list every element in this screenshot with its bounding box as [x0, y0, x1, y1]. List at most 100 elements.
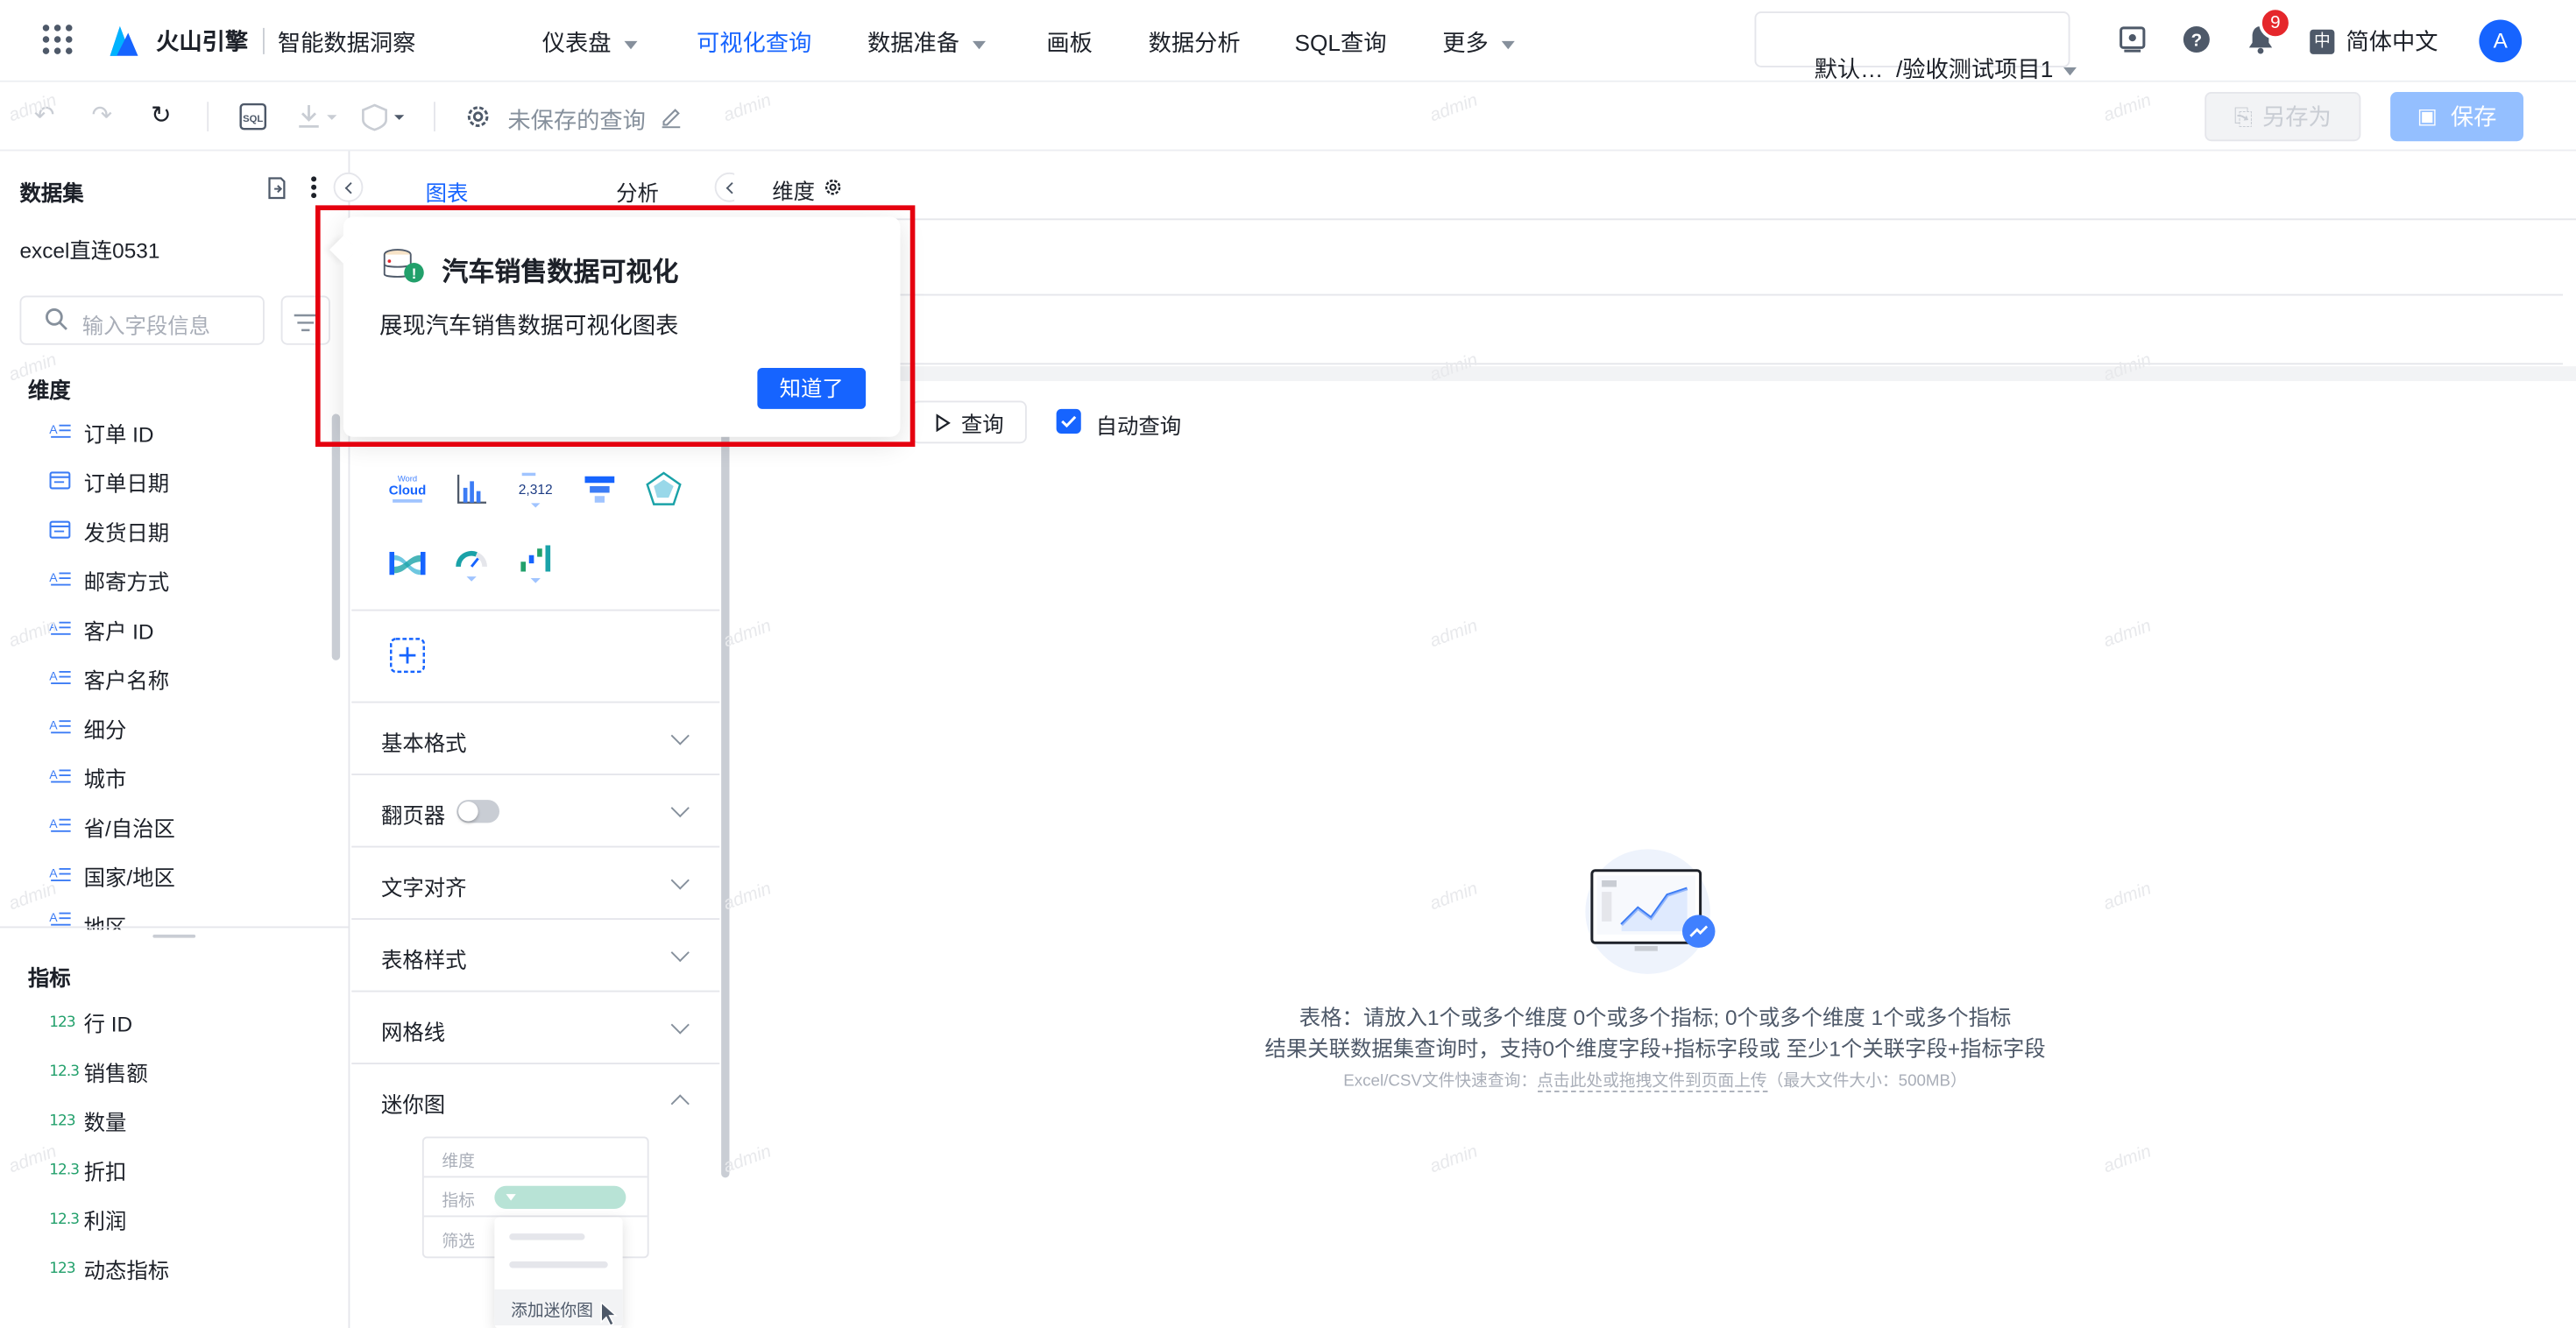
tab-chart[interactable]: 图表: [426, 176, 469, 208]
dimension-field[interactable]: A 国家/地区: [49, 861, 175, 893]
svg-text:A: A: [49, 717, 58, 731]
metric-field[interactable]: 123 行 ID: [49, 1007, 132, 1038]
upload-suffix: （最大文件大小：500MB）: [1766, 1072, 1967, 1091]
section-gridline-row[interactable]: 网格线: [351, 990, 720, 1063]
resize-handle[interactable]: [152, 934, 196, 938]
section-basic-format-row[interactable]: 基本格式: [351, 701, 720, 774]
dimension-field-label: 细分: [83, 717, 127, 743]
brand-divider: [263, 27, 265, 54]
dimension-field[interactable]: A 订单 ID: [49, 417, 153, 449]
query-button[interactable]: 查询: [911, 400, 1027, 444]
dimension-field[interactable]: 订单日期: [49, 467, 169, 498]
project-select[interactable]: 默认… /验收测试项目1: [1754, 11, 2077, 82]
chevron-down-icon: [973, 40, 986, 49]
search-icon: [45, 307, 69, 337]
text-field-icon: A: [49, 816, 72, 838]
edit-icon[interactable]: [659, 105, 682, 128]
mini-dropdown-line: [509, 1261, 608, 1268]
radar-chart-icon[interactable]: [644, 470, 683, 509]
nav-more[interactable]: 更多: [1442, 26, 1515, 60]
tab-analysis[interactable]: 分析: [616, 176, 659, 208]
bar-chart-icon[interactable]: [452, 470, 492, 509]
upload-hint: Excel/CSV文件快速查询：点击此处或拖拽文件到页面上传（最大文件大小：50…: [734, 1066, 2576, 1098]
upload-link[interactable]: 点击此处或拖拽文件到页面上传: [1537, 1072, 1767, 1092]
screen-settings-icon[interactable]: [2118, 25, 2148, 54]
toolbar-divider: [207, 102, 209, 131]
dimension-field-label: 邮寄方式: [83, 569, 170, 595]
config-panel-scrollbar[interactable]: [721, 397, 730, 1178]
nav-data-analysis[interactable]: 数据分析: [1149, 26, 1241, 60]
share-icon[interactable]: [360, 102, 407, 131]
save-as-button[interactable]: ⎘ 另存为: [2204, 92, 2361, 142]
gear-icon[interactable]: [464, 102, 493, 131]
section-gridline-label: 网格线: [381, 1020, 446, 1045]
dimension-field[interactable]: A 细分: [49, 713, 126, 745]
dimension-field[interactable]: 发货日期: [49, 516, 169, 547]
metric-field[interactable]: 12.3 利润: [49, 1204, 126, 1235]
panel-collapse-left[interactable]: [333, 172, 364, 202]
nav-data-prep[interactable]: 数据准备: [867, 26, 986, 60]
section-pager-row[interactable]: 翻页器: [351, 773, 720, 846]
auto-query-checkbox[interactable]: [1056, 408, 1081, 434]
field-search-input[interactable]: 输入字段信息: [19, 295, 265, 345]
sql-icon[interactable]: SQL: [238, 102, 268, 131]
metric-drop-zone[interactable]: [734, 296, 2563, 365]
help-icon[interactable]: ?: [2182, 25, 2212, 54]
play-icon: [936, 413, 951, 432]
dimension-drop-zone[interactable]: [734, 220, 2563, 296]
dimension-settings-icon[interactable]: [822, 176, 845, 199]
section-table-style-row[interactable]: 表格样式: [351, 918, 720, 991]
left-panel-scrollbar[interactable]: [331, 413, 341, 660]
wordcloud-chart-icon[interactable]: Word Cloud: [388, 470, 428, 509]
top-navigation-bar: 火山引擎 智能数据洞察 仪表盘 可视化查询 数据准备 画板 数据分析 SQL查询…: [0, 0, 2576, 82]
pager-toggle[interactable]: [456, 800, 499, 823]
metric-field[interactable]: 12.3 折扣: [49, 1155, 126, 1186]
refresh-icon[interactable]: ↻: [146, 102, 176, 131]
metric-field[interactable]: 123 动态指标: [49, 1254, 169, 1285]
nav-canvas-label: 画板: [1046, 29, 1093, 56]
save-button[interactable]: ▣ 保存: [2390, 92, 2523, 142]
metric-field[interactable]: 123 数量: [49, 1105, 126, 1137]
gauge-chart-icon[interactable]: [452, 544, 492, 583]
number-field-icon: 12.3: [49, 1162, 80, 1179]
save-label: 保存: [2450, 103, 2497, 131]
funnel-chart-icon[interactable]: [580, 470, 619, 509]
download-icon[interactable]: [296, 102, 339, 131]
mini-add-label: 添加迷你图: [511, 1302, 593, 1321]
language-switch[interactable]: 中 简体中文: [2310, 25, 2438, 58]
app-grid-icon[interactable]: [39, 21, 75, 57]
dimension-field[interactable]: A 城市: [49, 762, 126, 794]
dataset-switch-icon[interactable]: [263, 174, 289, 201]
section-table-style-label: 表格样式: [381, 947, 467, 972]
sankey-chart-icon[interactable]: [388, 544, 428, 583]
toolbar-divider: [434, 102, 435, 131]
redo-icon[interactable]: ↷: [87, 102, 117, 131]
waterfall-chart-icon[interactable]: [516, 544, 556, 583]
nav-canvas[interactable]: 画板: [1046, 26, 1093, 60]
panel-resize-divider[interactable]: [0, 926, 349, 929]
dimension-field-label: 客户名称: [83, 668, 170, 694]
number-card-sample: 2,312: [519, 483, 553, 498]
query-name: 未保存的查询: [507, 106, 646, 133]
number-card-icon[interactable]: 2,312: [516, 470, 556, 509]
avatar[interactable]: A: [2479, 19, 2523, 63]
more-vertical-icon[interactable]: [304, 174, 324, 201]
metric-field[interactable]: 12.3 销售额: [49, 1056, 148, 1088]
dataset-name[interactable]: excel直连0531: [20, 233, 160, 265]
text-field-icon: A: [49, 421, 72, 444]
language-icon: 中: [2310, 28, 2335, 53]
section-mini-chart-row[interactable]: 迷你图: [351, 1063, 720, 1135]
query-toolbar: ↶ ↷ ↻ SQL 未保存的查询 ⎘ 另存为 ▣ 保存: [0, 81, 2576, 152]
dimension-field[interactable]: A 客户 ID: [49, 614, 153, 646]
dimension-field[interactable]: A 省/自治区: [49, 811, 175, 843]
nav-visual-query[interactable]: 可视化查询: [697, 26, 811, 60]
nav-dashboard[interactable]: 仪表盘: [542, 26, 638, 60]
query-button-label: 查询: [960, 411, 1004, 436]
section-basic-format[interactable]: [351, 609, 720, 702]
dimension-field[interactable]: A 邮寄方式: [49, 565, 169, 597]
nav-sql-query[interactable]: SQL查询: [1295, 26, 1387, 60]
chevron-down-icon: [624, 40, 638, 49]
section-text-align-row[interactable]: 文字对齐: [351, 845, 720, 919]
dimension-field[interactable]: A 客户名称: [49, 664, 169, 696]
chevron-down-icon: [1501, 40, 1515, 49]
